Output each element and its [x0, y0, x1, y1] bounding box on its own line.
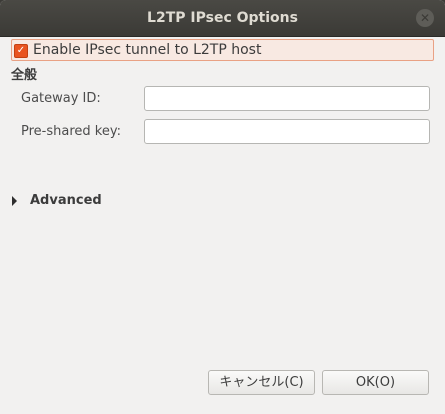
triangle-right-icon[interactable]: [12, 196, 17, 206]
l2tp-ipsec-options-dialog: L2TP IPsec Options ✕ ✓ Enable IPsec tunn…: [0, 0, 445, 414]
general-section-label: 全般: [11, 68, 38, 83]
ok-button[interactable]: OK(O): [322, 370, 429, 395]
enable-ipsec-label[interactable]: Enable IPsec tunnel to L2TP host: [33, 40, 261, 60]
pre-shared-key-label: Pre-shared key:: [21, 124, 121, 139]
title-bar[interactable]: L2TP IPsec Options ✕: [0, 0, 445, 37]
enable-ipsec-checkbox-row[interactable]: ✓ Enable IPsec tunnel to L2TP host: [11, 39, 434, 61]
window-title: L2TP IPsec Options: [147, 10, 298, 26]
close-icon[interactable]: ✕: [416, 9, 434, 27]
pre-shared-key-input[interactable]: [144, 119, 430, 144]
gateway-id-label: Gateway ID:: [21, 91, 101, 106]
gateway-id-input[interactable]: [144, 86, 430, 111]
advanced-label[interactable]: Advanced: [30, 192, 102, 210]
cancel-button[interactable]: キャンセル(C): [208, 370, 315, 395]
dialog-content: ✓ Enable IPsec tunnel to L2TP host 全般 Ga…: [0, 36, 445, 414]
enable-ipsec-checkbox[interactable]: ✓: [14, 44, 28, 58]
